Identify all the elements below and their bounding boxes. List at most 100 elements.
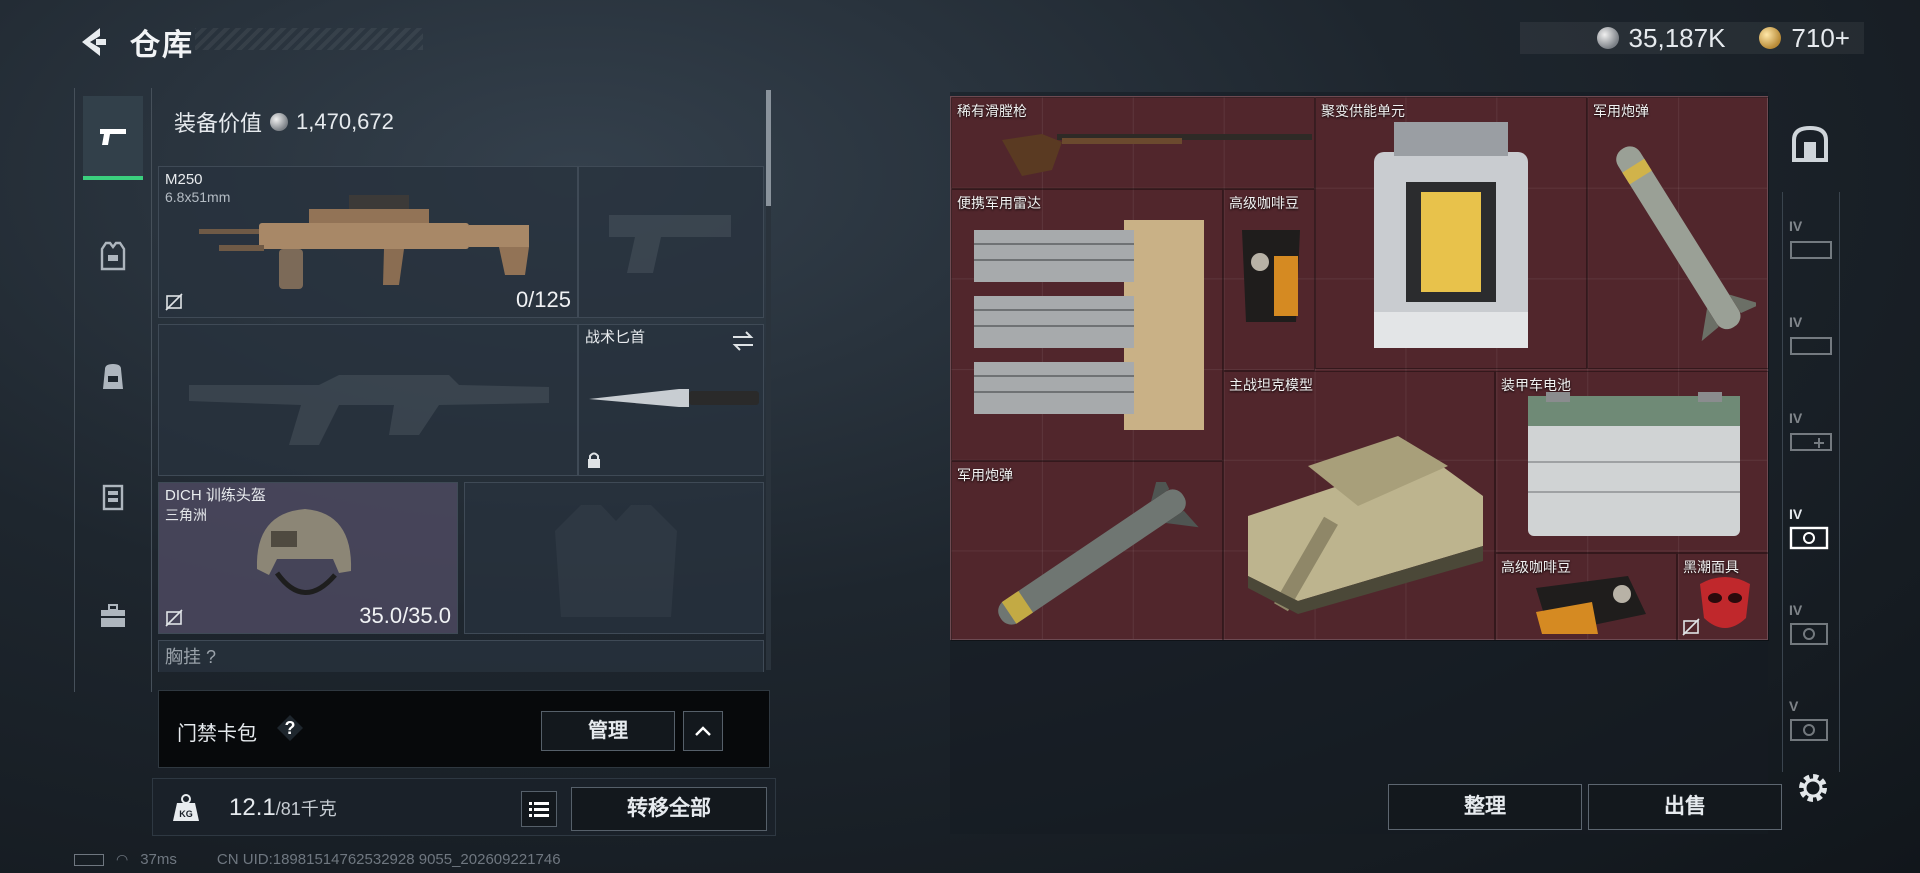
- tier-label: IV: [1789, 506, 1803, 522]
- weight-value: 12.1/81千克: [229, 794, 337, 822]
- shelf-icon: [1790, 241, 1832, 259]
- shell-art: [1616, 146, 1756, 342]
- battery-icon: [74, 853, 104, 866]
- item-label: 便携军用雷达: [957, 195, 1041, 211]
- equipment-value-amount: 1,470,672: [296, 109, 394, 134]
- ping-value: 37ms: [140, 851, 177, 868]
- silver-coin-value: 35,187K: [1628, 22, 1726, 53]
- tier-button-4[interactable]: IV: [1789, 506, 1833, 558]
- help-icon[interactable]: ?: [277, 715, 303, 741]
- loadout-scrollbar[interactable]: [766, 90, 771, 670]
- item-premium-coffee-beans[interactable]: 高级咖啡豆: [1223, 189, 1315, 371]
- warehouse-grid: 稀有滑膛枪 聚变供能单元 军用炮弹 便携军用雷达 高级咖啡豆 主战坦克模型 装甲…: [950, 96, 1769, 641]
- item-label: 军用炮弹: [1593, 103, 1649, 119]
- armor-vest-icon: [100, 241, 126, 271]
- no-insure-icon: [165, 609, 183, 627]
- tier-button-2[interactable]: IV: [1789, 314, 1833, 366]
- tier-label: IV: [1789, 602, 1803, 618]
- sidearm-slot[interactable]: [578, 166, 764, 318]
- storage-tier-rail: IV IV IV IV IV V: [1776, 110, 1842, 776]
- scroll-thumb[interactable]: [766, 90, 771, 206]
- safe-shelf-icon: [1790, 719, 1828, 741]
- rail-container-button[interactable]: [83, 456, 143, 536]
- tier-button-3[interactable]: IV: [1789, 410, 1833, 462]
- item-main-battle-tank-model[interactable]: 主战坦克模型: [1223, 371, 1495, 641]
- item-armored-vehicle-battery[interactable]: 装甲车电池: [1495, 371, 1769, 553]
- silver-coin-icon: [1596, 27, 1619, 49]
- gold-coin-icon: [1759, 27, 1782, 49]
- chest-rig-label: 胸挂 ?: [165, 647, 217, 667]
- settings-button[interactable]: [1795, 770, 1831, 806]
- radar-art: [974, 220, 1204, 430]
- armor-placeholder-icon: [555, 505, 677, 617]
- secondary-weapon-slot[interactable]: [158, 324, 578, 476]
- status-footer: ◠ 37ms CN UID:18981514762532928 9055_202…: [74, 851, 561, 868]
- gold-coin-value[interactable]: 710+: [1791, 23, 1850, 54]
- tier-label: V: [1789, 698, 1799, 714]
- tier-button-5[interactable]: IV: [1789, 602, 1833, 654]
- fusion-unit-art: [1374, 122, 1528, 348]
- item-black-tide-mask[interactable]: 黑潮面具: [1677, 553, 1769, 641]
- item-military-shell[interactable]: 军用炮弹: [1587, 97, 1769, 369]
- item-military-shell-2[interactable]: 军用炮弹: [951, 461, 1223, 641]
- item-label: 主战坦克模型: [1229, 377, 1313, 393]
- back-button[interactable]: [74, 22, 114, 62]
- melee-slot[interactable]: 战术匕首: [578, 324, 764, 476]
- ammo-count: 0/125: [515, 287, 571, 312]
- weight-bar: KG 12.1/81千克 转移全部: [152, 778, 776, 836]
- manage-button[interactable]: 管理: [541, 711, 675, 751]
- musket-art: [1002, 134, 1312, 176]
- coffee-bag-art: [1242, 230, 1300, 322]
- toolbox-icon: [101, 604, 125, 627]
- rail-toolbox-button[interactable]: [83, 576, 143, 656]
- pistol-icon: [100, 129, 126, 145]
- page-title: 仓库: [130, 29, 194, 62]
- home-storage-button[interactable]: [1790, 124, 1830, 164]
- weight-current: 12.1: [229, 794, 276, 821]
- equipment-value-label: 装备价值: [174, 111, 263, 136]
- sell-button[interactable]: 出售: [1588, 784, 1782, 830]
- shelf-icon: [1790, 337, 1832, 355]
- weight-kg-icon: KG: [173, 794, 199, 821]
- title-decoration: [195, 28, 423, 50]
- primary-weapon-slot[interactable]: M250 6.8x51mm 0/125: [158, 166, 578, 318]
- chest-rig-slot[interactable]: 胸挂 ?: [158, 640, 764, 672]
- equipment-value: 装备价值 1,470,672: [174, 106, 394, 138]
- rail-backpack-button[interactable]: [83, 336, 143, 416]
- body-armor-slot[interactable]: [464, 482, 764, 634]
- gear-icon: [1799, 774, 1827, 802]
- transfer-all-button[interactable]: 转移全部: [571, 787, 767, 831]
- collapse-button[interactable]: [683, 711, 723, 751]
- item-label: 高级咖啡豆: [1229, 195, 1299, 211]
- weapon-name: M250: [165, 171, 203, 188]
- swap-icon[interactable]: [731, 331, 755, 351]
- list-icon: [529, 802, 549, 817]
- pistol-placeholder-icon: [609, 215, 731, 273]
- item-portable-radar[interactable]: 便携军用雷达: [951, 189, 1223, 461]
- keycard-bag-title: 门禁卡包: [177, 723, 257, 745]
- rail-weapons-button[interactable]: [83, 96, 143, 180]
- sort-button[interactable]: 整理: [1388, 784, 1582, 830]
- tier-button-1[interactable]: IV: [1789, 218, 1833, 270]
- container-icon: [102, 484, 124, 511]
- svg-text:KG: KG: [179, 809, 193, 819]
- item-rare-musket[interactable]: 稀有滑膛枪: [951, 97, 1315, 189]
- list-view-button[interactable]: [521, 791, 557, 827]
- tier-list: IV IV IV IV IV V: [1782, 192, 1840, 772]
- item-premium-coffee-beans-2[interactable]: 高级咖啡豆: [1495, 553, 1677, 641]
- tier-label: IV: [1789, 218, 1803, 234]
- coffee-bag-art: [1536, 576, 1646, 634]
- knife-art: [589, 389, 759, 407]
- weight-max: /81千克: [275, 799, 337, 819]
- item-fusion-power-unit[interactable]: 聚变供能单元: [1315, 97, 1587, 369]
- item-label: 稀有滑膛枪: [957, 103, 1027, 119]
- helmet-durability: 35.0/35.0: [359, 603, 451, 628]
- currency-bar: 35,187K 710+: [1520, 22, 1864, 54]
- helmet-sub: 三角洲: [165, 507, 207, 523]
- wifi-icon: ◠: [116, 851, 129, 867]
- tier-button-6[interactable]: V: [1789, 698, 1833, 750]
- backpack-icon: [103, 364, 123, 389]
- category-rail: [74, 88, 152, 692]
- helmet-slot[interactable]: DICH 训练头盔 三角洲 35.0/35.0: [158, 482, 458, 634]
- rail-armor-button[interactable]: [83, 216, 143, 296]
